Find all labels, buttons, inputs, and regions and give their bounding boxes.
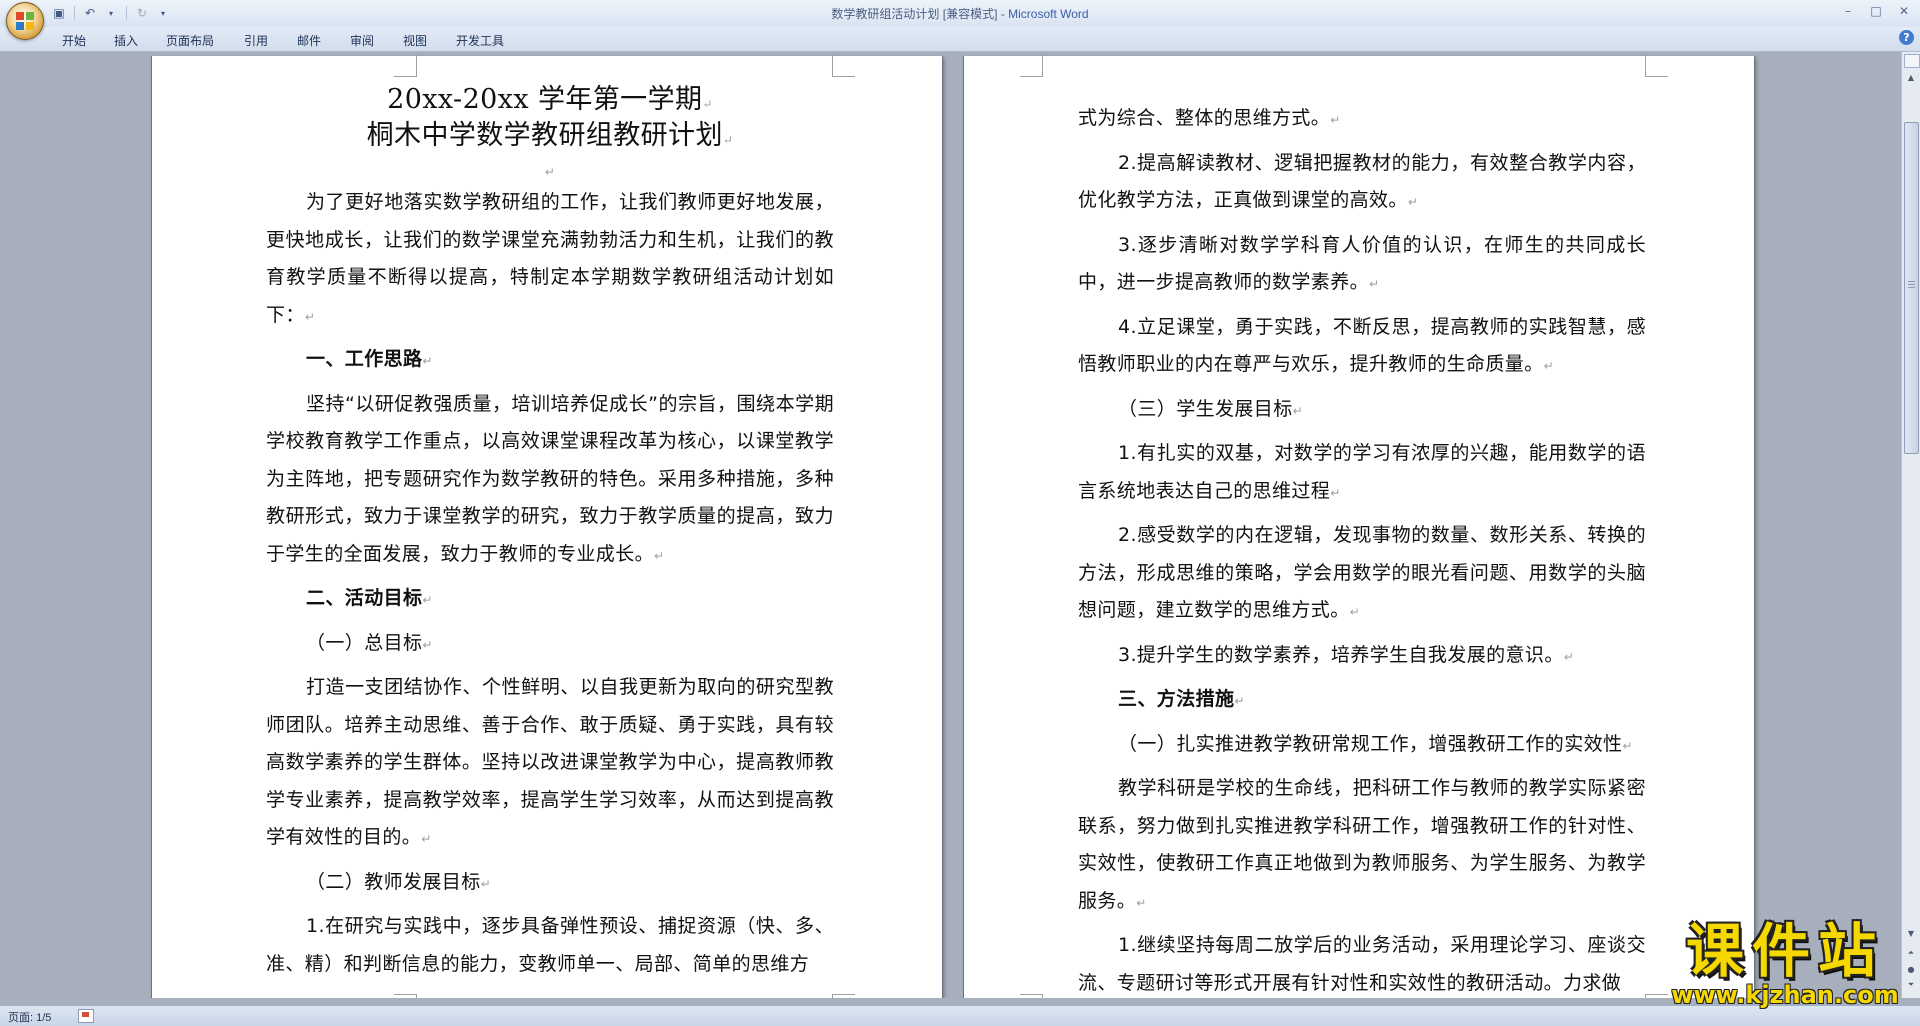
heading-methods: 三、方法措施↵	[1118, 688, 1245, 710]
paragraph-overall-goal: 打造一支团结协作、个性鲜明、以自我更新为取向的研究型教师团队。培养主动思维、善于…	[266, 676, 834, 848]
margin-crop-mark	[394, 54, 417, 77]
view-ruler-button[interactable]	[1904, 54, 1920, 68]
paragraph-teacher-goal-2: 2.提高解读教材、逻辑把握教材的能力，有效整合教学内容，优化教学方法，正真做到课…	[1078, 151, 1646, 212]
tab-developer[interactable]: 开发工具	[452, 30, 508, 51]
tab-insert[interactable]: 插入	[110, 30, 142, 51]
tab-home[interactable]: 开始	[58, 30, 90, 51]
window-title-app: Microsoft Word	[1008, 7, 1089, 21]
tab-review[interactable]: 审阅	[346, 30, 378, 51]
help-icon[interactable]: ?	[1899, 30, 1914, 45]
status-bar: 页面: 1/5	[0, 1005, 1920, 1026]
paragraph-teacher-goal-1-continued: 式为综合、整体的思维方式。↵	[1078, 107, 1341, 129]
heading-work-idea: 一、工作思路↵	[306, 348, 433, 370]
margin-crop-mark	[1020, 994, 1043, 998]
margin-crop-mark	[394, 994, 417, 998]
paragraph-student-goal-3: 3.提升学生的数学素养，培养学生自我发展的意识。↵	[1118, 643, 1575, 666]
watermark-text: 课件站	[1685, 917, 1884, 985]
proofing-status-icon[interactable]	[78, 1009, 94, 1023]
subheading-overall-goal: （一）总目标↵	[306, 631, 433, 654]
margin-crop-mark	[832, 994, 855, 998]
ribbon-tab-bar: 开始 插入 页面布局 引用 邮件 审阅 视图 开发工具 ?	[0, 27, 1920, 52]
paragraph-method-1: 1.继续坚持每周二放学后的业务活动，采用理论学习、座谈交流、专题研讨等形式开展有…	[1078, 934, 1646, 994]
document-workspace: 20xx-20xx 学年第一学期↵ 桐木中学数学教研组教研计划↵ ↵ 为了更好地…	[0, 52, 1902, 998]
window-title-separator: -	[997, 7, 1009, 21]
scrollbar-thumb[interactable]	[1904, 122, 1919, 454]
heading-activity-goals: 二、活动目标↵	[306, 587, 433, 609]
document-page-1[interactable]: 20xx-20xx 学年第一学期↵ 桐木中学数学教研组教研计划↵ ↵ 为了更好地…	[152, 54, 942, 998]
margin-crop-mark	[832, 54, 855, 77]
office-logo-icon	[16, 12, 34, 30]
previous-page-icon[interactable]: ⏶	[1904, 946, 1918, 960]
margin-crop-mark	[1645, 54, 1668, 77]
minimize-icon[interactable]: –	[1836, 3, 1860, 19]
tab-references[interactable]: 引用	[240, 30, 272, 51]
window-title-document: 数学教研组活动计划 [兼容模式]	[831, 7, 998, 21]
paragraph-teacher-goal-3: 3.逐步清晰对数学学科育人价值的认识，在师生的共同成长中，进一步提高教师的数学素…	[1078, 233, 1646, 294]
empty-paragraph: ↵	[544, 165, 556, 179]
next-page-icon[interactable]: ⏷	[1904, 978, 1918, 992]
tab-page-layout[interactable]: 页面布局	[162, 30, 218, 51]
subheading-student-goals: （三）学生发展目标↵	[1118, 397, 1304, 420]
maximize-icon[interactable]: □	[1864, 3, 1888, 19]
watermark-logo: 课件站 www.kjzhan.com	[1665, 920, 1905, 1008]
window-controls: – □ ✕	[1836, 3, 1916, 19]
margin-crop-mark	[1020, 54, 1043, 77]
subheading-method-1: （一）扎实推进教学教研常规工作，增强教研工作的实效性↵	[1118, 732, 1633, 755]
tab-mailings[interactable]: 邮件	[293, 30, 325, 51]
paragraph-student-goal-1: 1.有扎实的双基，对数学的学习有浓厚的兴趣，能用数学的语言系统地表达自己的思维过…	[1078, 442, 1646, 502]
subheading-teacher-goals: （二）教师发展目标↵	[306, 870, 492, 893]
document-page-2[interactable]: 式为综合、整体的思维方式。↵ 2.提高解读教材、逻辑把握教材的能力，有效整合教学…	[964, 54, 1754, 998]
browse-object-icon[interactable]: ●	[1904, 962, 1918, 976]
paragraph-work-idea: 坚持“以研促教强质量，培训培养促成长”的宗旨，围绕本学期学校教育教学工作重点，以…	[266, 392, 834, 565]
close-icon[interactable]: ✕	[1892, 3, 1916, 19]
page-1-body[interactable]: 20xx-20xx 学年第一学期↵ 桐木中学数学教研组教研计划↵ ↵ 为了更好地…	[266, 84, 834, 988]
office-button[interactable]	[6, 2, 44, 40]
document-title-line-1: 20xx-20xx 学年第一学期↵	[387, 84, 713, 115]
vertical-scrollbar[interactable]: ▲ ▼ ⏶ ● ⏷	[1901, 52, 1920, 998]
paragraph-intro: 为了更好地落实数学教研组的工作，让我们教师更好地发展，更快地成长，让我们的数学课…	[266, 191, 834, 326]
paragraph-teacher-goal-1: 1.在研究与实践中，逐步具备弹性预设、捕捉资源（快、多、准、精）和判断信息的能力…	[266, 915, 834, 975]
tab-view[interactable]: 视图	[399, 30, 431, 51]
paragraph-student-goal-2: 2.感受数学的内在逻辑，发现事物的数量、数形关系、转换的方法，形成思维的策略，学…	[1078, 524, 1646, 621]
window-title: 数学教研组活动计划 [兼容模式] - Microsoft Word	[0, 5, 1920, 22]
status-page-count[interactable]: 页面: 1/5	[8, 1009, 51, 1025]
title-bar: ▣ ↶ ▾ ↻ ▾ 数学教研组活动计划 [兼容模式] - Microsoft W…	[0, 0, 1920, 40]
scroll-down-icon[interactable]: ▼	[1904, 926, 1918, 940]
paragraph-method-intro: 教学科研是学校的生命线，把科研工作与教师的教学实际紧密联系，努力做到扎实推进教学…	[1078, 777, 1646, 912]
document-title-line-2: 桐木中学数学教研组教研计划↵	[366, 120, 734, 151]
paragraph-teacher-goal-4: 4.立足课堂，勇于实践，不断反思，提高教师的实践智慧，感悟教师职业的内在尊严与欢…	[1078, 315, 1646, 376]
watermark-url: www.kjzhan.com	[1671, 981, 1899, 1009]
page-2-body[interactable]: 式为综合、整体的思维方式。↵ 2.提高解读教材、逻辑把握教材的能力，有效整合教学…	[1078, 100, 1646, 998]
scroll-up-icon[interactable]: ▲	[1904, 70, 1918, 84]
